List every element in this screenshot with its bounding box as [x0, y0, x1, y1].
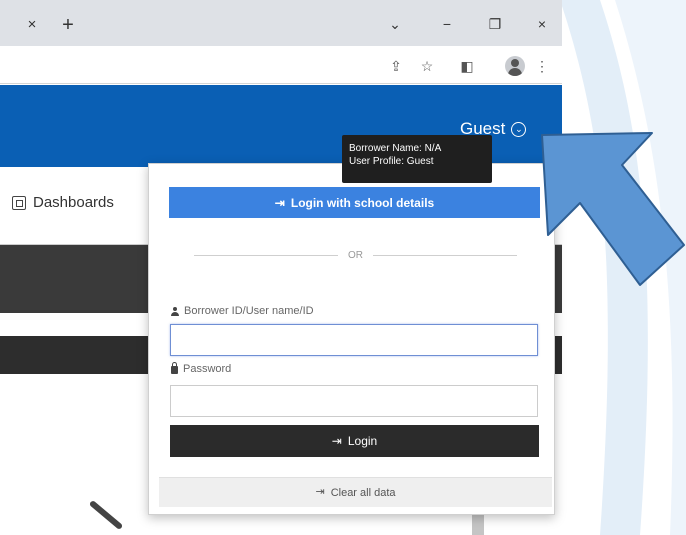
- minimize-icon[interactable]: −: [436, 14, 458, 34]
- sign-in-icon: ⇥: [331, 434, 342, 448]
- nav-item-dashboards-label: Dashboards: [33, 194, 114, 211]
- or-separator: OR: [194, 248, 517, 262]
- annotation-arrow: [541, 132, 685, 286]
- clear-all-data-button[interactable]: ⇥ Clear all data: [159, 477, 552, 507]
- lock-icon: [171, 362, 178, 374]
- clear-all-data-label: Clear all data: [330, 486, 396, 499]
- bookmark-star-icon[interactable]: ☆: [418, 57, 436, 75]
- dashboards-icon: [12, 195, 26, 210]
- tab-search-icon[interactable]: ⌄: [384, 14, 406, 34]
- username-input[interactable]: [170, 324, 538, 356]
- username-label-text: Borrower ID/User name/ID: [184, 305, 314, 317]
- share-icon[interactable]: ⇪: [387, 57, 405, 75]
- profile-avatar-icon[interactable]: [505, 56, 525, 76]
- browser-toolbar: ⇪ ☆ ◧ ⋮: [0, 46, 562, 84]
- clear-data-icon: ⇥: [315, 486, 325, 498]
- login-dropdown-panel: ⇥ Login with school details OR Borrower …: [148, 163, 555, 515]
- password-label-text: Password: [183, 363, 232, 375]
- nav-item-dashboards[interactable]: Dashboards: [12, 194, 114, 211]
- browser-menu-icon[interactable]: ⋮: [533, 57, 551, 75]
- login-button-label: Login: [347, 434, 378, 448]
- pen-graphic: [88, 499, 124, 531]
- user-info-tooltip: Borrower Name: N/A User Profile: Guest: [342, 135, 492, 183]
- login-with-school-label: Login with school details: [290, 195, 435, 210]
- restore-icon[interactable]: ❐: [484, 14, 506, 34]
- username-label: Borrower ID/User name/ID: [171, 305, 314, 317]
- sign-in-icon: ⇥: [274, 195, 285, 210]
- login-with-school-button[interactable]: ⇥ Login with school details: [169, 187, 540, 218]
- user-icon: [171, 306, 179, 316]
- chevron-down-icon: ⌄: [511, 121, 527, 137]
- password-label: Password: [171, 362, 232, 375]
- tab-close-icon[interactable]: ×: [24, 17, 40, 33]
- new-tab-button[interactable]: +: [58, 15, 78, 35]
- separator-line: [194, 254, 338, 256]
- separator-line: [373, 254, 517, 256]
- user-profile-text: User Profile: Guest: [349, 156, 434, 167]
- side-panel-icon[interactable]: ◧: [458, 57, 476, 75]
- or-text: OR: [348, 249, 363, 261]
- password-input[interactable]: [170, 385, 538, 417]
- login-button[interactable]: ⇥ Login: [170, 425, 539, 457]
- borrower-name-text: Borrower Name: N/A: [349, 143, 442, 154]
- close-window-icon[interactable]: ×: [531, 14, 553, 34]
- tab-strip: × + ⌄ − ❐ ×: [0, 0, 562, 46]
